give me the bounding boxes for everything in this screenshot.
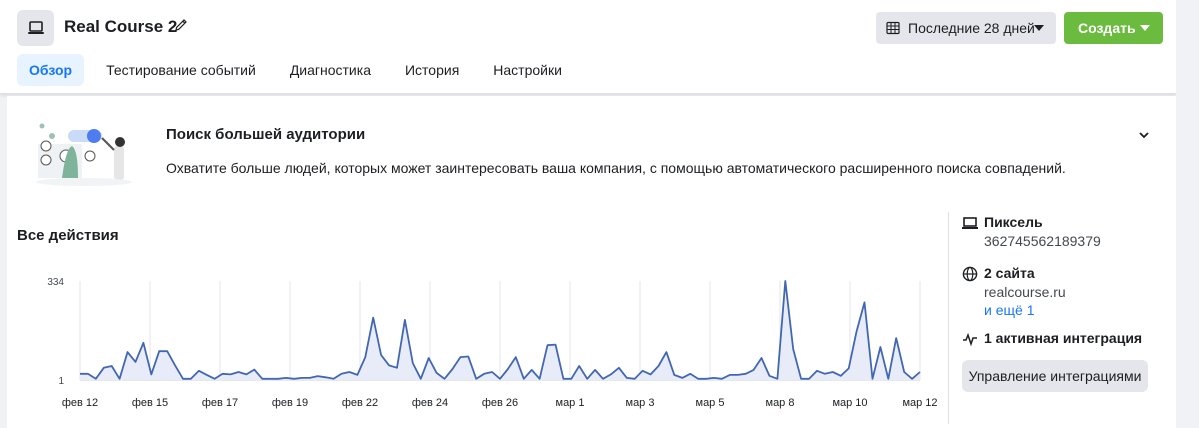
x-tick-label: мар 3 — [626, 397, 655, 409]
x-tick-label: фев 15 — [132, 397, 168, 409]
x-tick-label: фев 24 — [412, 397, 448, 409]
x-tick-label: фев 26 — [482, 397, 518, 409]
pixel-label: Пиксель — [984, 214, 1043, 230]
activity-icon — [963, 332, 977, 347]
x-tick-label: мар 5 — [696, 397, 725, 409]
create-label: Создать — [1078, 20, 1136, 36]
tab-settings[interactable]: Настройки — [481, 54, 574, 86]
laptop-icon — [962, 217, 978, 229]
y-tick-label: 334 — [47, 277, 64, 288]
x-tick-label: фев 12 — [62, 397, 98, 409]
chevron-down-icon[interactable] — [1136, 127, 1152, 143]
integration-label: 1 активная интеграция — [984, 330, 1143, 346]
scrollbar[interactable] — [1176, 0, 1199, 428]
caret-down-icon — [1034, 25, 1044, 31]
create-button[interactable]: Создать — [1064, 12, 1163, 44]
globe-icon — [962, 266, 978, 282]
x-tick-label: мар 8 — [766, 397, 795, 409]
vertical-divider — [948, 212, 949, 424]
tab-bar: Обзор Тестирование событий Диагностика И… — [17, 54, 584, 86]
all-actions-title: Все действия — [17, 227, 119, 244]
tab-history[interactable]: История — [393, 54, 471, 86]
x-tick-label: фев 22 — [342, 397, 378, 409]
pencil-icon[interactable] — [173, 17, 189, 33]
date-range-label: Последние 28 дней — [908, 20, 1035, 36]
y-tick-label: 1 — [58, 376, 64, 387]
caret-down-icon — [1140, 25, 1150, 31]
laptop-icon[interactable] — [17, 10, 54, 46]
manage-integrations-button[interactable]: Управление интеграциями — [962, 360, 1148, 392]
tab-overview[interactable]: Обзор — [17, 54, 85, 86]
audience-illustration — [36, 123, 132, 186]
calendar-icon — [886, 21, 900, 35]
sites-label: 2 сайта — [984, 265, 1035, 281]
banner-title: Поиск большей аудитории — [166, 126, 366, 143]
all-actions-chart: 334 1 фев 12 фев 15 фев 17 фев 19 фев 22 фев 24… — [47, 277, 937, 409]
tab-diagnostics[interactable]: Диагностика — [278, 54, 383, 86]
date-range-dropdown[interactable]: Последние 28 дней — [876, 12, 1056, 44]
more-sites-link[interactable]: и ещё 1 — [984, 302, 1034, 318]
banner-text: Охватите больше людей, которых может заи… — [166, 160, 1066, 176]
site-domain: realcourse.ru — [984, 284, 1066, 300]
x-tick-label: мар 1 — [556, 397, 585, 409]
x-tick-label: мар 10 — [832, 397, 867, 409]
page-title: Real Course 2 — [64, 17, 178, 36]
page-header: Real Course 2 Последние 28 дней Создать … — [0, 0, 1176, 94]
x-tick-label: фев 19 — [272, 397, 308, 409]
tab-test-events[interactable]: Тестирование событий — [94, 54, 268, 86]
x-tick-label: мар 12 — [902, 397, 937, 409]
pixel-id: 362745562189379 — [984, 233, 1101, 249]
x-tick-label: фев 17 — [202, 397, 238, 409]
